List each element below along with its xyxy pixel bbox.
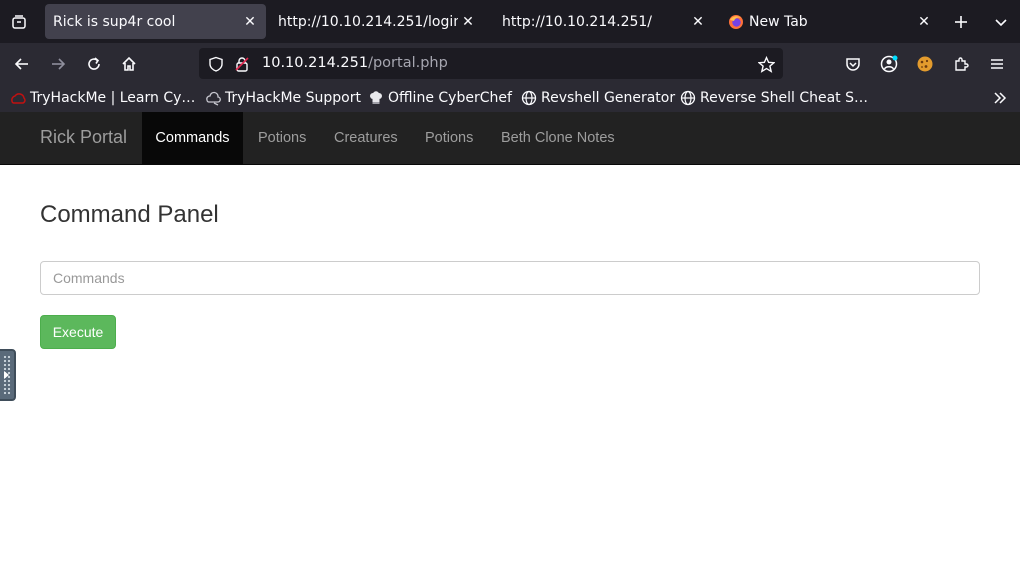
tab-login-php[interactable]: http://10.10.214.251/login.php ✕: [270, 4, 484, 39]
url-text[interactable]: 10.10.214.251/portal.php: [262, 55, 448, 71]
bookmark-reverse-shell-cheat-sheet[interactable]: Reverse Shell Cheat S…: [680, 89, 868, 107]
bookmarks-toolbar: TryHackMe | Learn Cy… TryHackMe Support …: [0, 84, 1020, 112]
globe-icon: [521, 90, 537, 106]
url-host: 10.10.214.251: [262, 55, 369, 71]
site-navbar: Rick Portal Commands Potions Creatures P…: [0, 112, 1020, 165]
cookie-extension-icon[interactable]: [913, 52, 937, 76]
shield-icon[interactable]: [207, 55, 225, 73]
side-panel-handle[interactable]: [0, 349, 16, 401]
support-cloud-icon: [205, 90, 221, 106]
chevron-down-icon[interactable]: [990, 11, 1012, 33]
nav-potions-2[interactable]: Potions: [425, 112, 473, 164]
tab-title: New Tab: [749, 13, 808, 30]
execute-button[interactable]: Execute: [40, 315, 116, 349]
close-icon[interactable]: ✕: [240, 12, 260, 32]
extensions-puzzle-icon[interactable]: [949, 52, 973, 76]
commands-input[interactable]: [40, 261, 980, 295]
nav-creatures[interactable]: Creatures: [334, 112, 398, 164]
pocket-icon[interactable]: [841, 52, 865, 76]
tab-rick-is-sup4r-cool[interactable]: Rick is sup4r cool ✕: [45, 4, 266, 39]
more-bookmarks-chevron-icon[interactable]: [992, 89, 1008, 107]
firefox-icon: [728, 14, 744, 30]
account-icon[interactable]: [877, 52, 901, 76]
chef-hat-icon: [368, 90, 384, 106]
insecure-lock-icon[interactable]: [233, 55, 251, 73]
reload-icon[interactable]: [82, 52, 106, 76]
url-bar[interactable]: 10.10.214.251/portal.php: [199, 48, 783, 79]
hamburger-menu-icon[interactable]: [985, 52, 1009, 76]
bookmark-revshell-generator[interactable]: Revshell Generator: [521, 89, 675, 107]
bookmark-label: TryHackMe | Learn Cy…: [30, 90, 196, 106]
close-icon[interactable]: ✕: [688, 12, 708, 32]
nav-beth-clone-notes[interactable]: Beth Clone Notes: [501, 112, 615, 164]
globe-icon: [680, 90, 696, 106]
home-icon[interactable]: [117, 52, 141, 76]
bookmark-label: Reverse Shell Cheat S…: [700, 90, 868, 106]
list-all-tabs-icon[interactable]: [6, 9, 32, 35]
bookmark-label: Revshell Generator: [541, 90, 676, 106]
tryhackme-icon: [10, 90, 26, 106]
tab-title: http://10.10.214.251/login.php: [278, 13, 458, 30]
forward-arrow-icon[interactable]: [46, 52, 70, 76]
bookmark-offline-cyberchef[interactable]: Offline CyberChef: [368, 89, 512, 107]
tab-title: Rick is sup4r cool: [53, 13, 176, 30]
navigation-toolbar: 10.10.214.251/portal.php: [0, 43, 1020, 84]
bookmark-star-icon[interactable]: [757, 55, 775, 73]
bookmark-label: Offline CyberChef: [388, 90, 512, 106]
page-title: Command Panel: [40, 201, 219, 228]
nav-commands[interactable]: Commands: [142, 112, 243, 164]
bookmark-tryhackme-support[interactable]: TryHackMe Support: [205, 89, 361, 107]
new-tab-icon[interactable]: [950, 11, 972, 33]
tab-bar: Rick is sup4r cool ✕ http://10.10.214.25…: [0, 0, 1020, 43]
bookmark-label: TryHackMe Support: [225, 90, 361, 106]
url-path: /portal.php: [368, 55, 448, 71]
back-arrow-icon[interactable]: [10, 52, 34, 76]
expand-arrow-icon: [4, 371, 9, 379]
close-icon[interactable]: ✕: [458, 12, 478, 32]
bookmark-tryhackme[interactable]: TryHackMe | Learn Cy…: [10, 89, 195, 107]
tab-title: http://10.10.214.251/: [502, 13, 653, 30]
nav-potions[interactable]: Potions: [258, 112, 306, 164]
tab-host-root[interactable]: http://10.10.214.251/ ✕: [494, 4, 714, 39]
site-brand[interactable]: Rick Portal: [40, 127, 127, 148]
close-icon[interactable]: ✕: [914, 12, 934, 32]
tab-new-tab[interactable]: New Tab ✕: [720, 4, 940, 39]
